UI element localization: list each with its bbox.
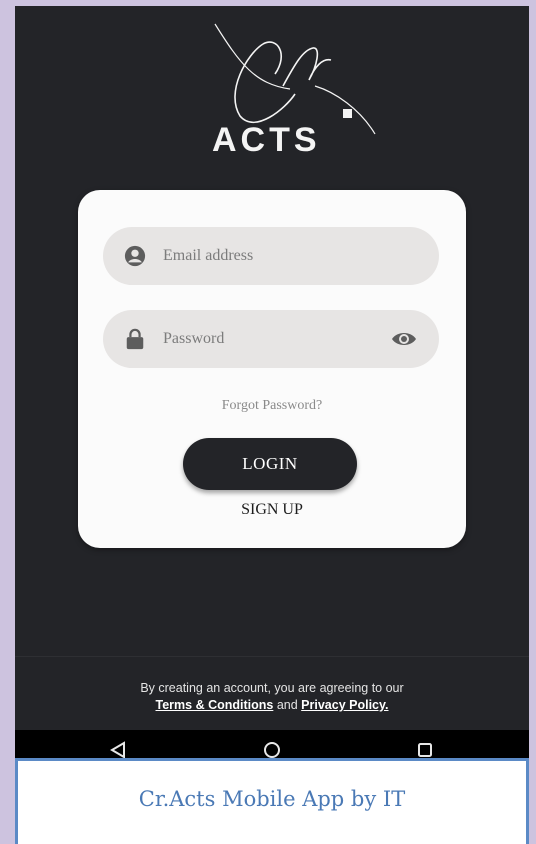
logo-wordmark: ACTS xyxy=(212,121,321,159)
terms-prefix: By creating an account, you are agreeing… xyxy=(140,681,404,695)
footer-divider xyxy=(15,656,529,657)
password-input[interactable] xyxy=(163,322,363,356)
cr-acts-logo: ACTS xyxy=(212,23,376,159)
password-field[interactable] xyxy=(103,310,439,368)
back-button[interactable] xyxy=(98,730,138,758)
lock-icon xyxy=(126,328,144,350)
recents-button[interactable] xyxy=(405,730,445,758)
home-circle-icon xyxy=(264,742,280,758)
forgot-password-link[interactable]: Forgot Password? xyxy=(78,398,466,414)
home-button[interactable] xyxy=(252,730,292,758)
privacy-link[interactable]: Privacy Policy. xyxy=(301,698,388,712)
terms-notice: By creating an account, you are agreeing… xyxy=(15,680,529,714)
android-navbar xyxy=(15,730,529,758)
email-input[interactable] xyxy=(163,239,363,273)
user-icon xyxy=(124,245,146,267)
back-triangle-icon xyxy=(110,741,125,758)
login-card: Forgot Password? LOGIN SIGN UP xyxy=(78,190,466,548)
recents-square-icon xyxy=(418,743,432,757)
phone-screen: ACTS Forgot Password? LOGIN xyxy=(15,6,529,758)
email-field[interactable] xyxy=(103,227,439,285)
signup-link[interactable]: SIGN UP xyxy=(78,501,466,519)
caption-box: Cr.Acts Mobile App by IT xyxy=(15,758,529,844)
login-button[interactable]: LOGIN xyxy=(183,438,357,490)
terms-link[interactable]: Terms & Conditions xyxy=(156,698,274,712)
terms-and: and xyxy=(276,698,298,712)
caption-text: Cr.Acts Mobile App by IT xyxy=(138,787,406,811)
eye-icon[interactable] xyxy=(391,329,417,349)
